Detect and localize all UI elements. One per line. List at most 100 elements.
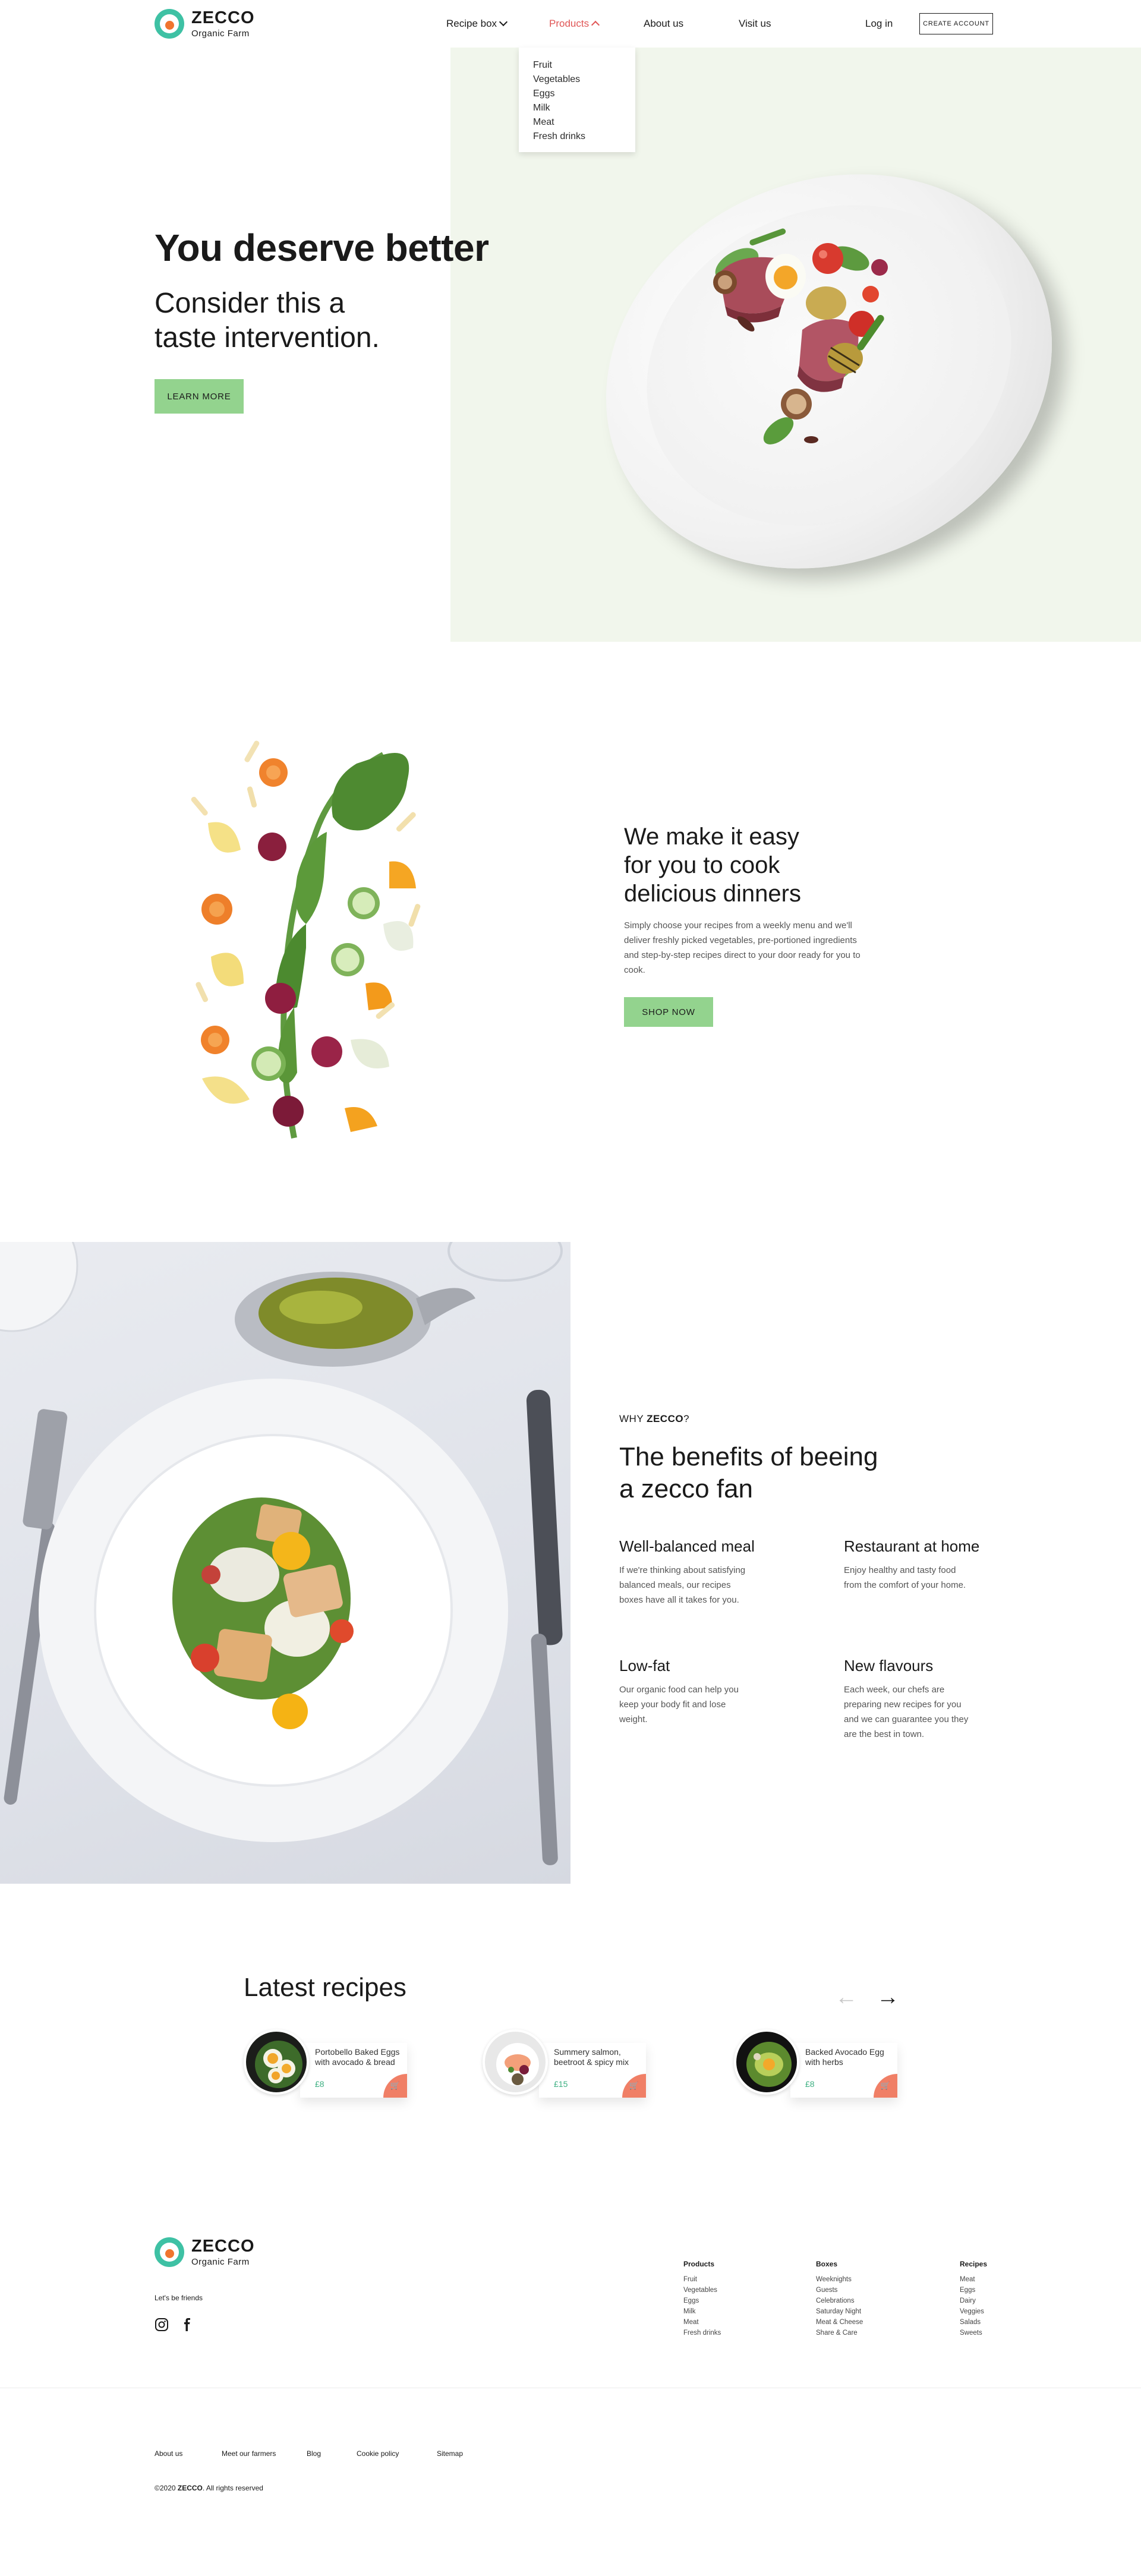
shop-now-button[interactable]: SHOP NOW — [624, 997, 713, 1027]
nav-products-label: Products — [549, 18, 590, 29]
login-link[interactable]: Log in — [865, 18, 893, 30]
recipe-card[interactable]: Portobello Baked Eggs with avocado & bre… — [244, 2029, 407, 2098]
vegetables-image — [178, 728, 449, 1144]
logo-icon — [155, 9, 184, 39]
dropdown-item[interactable]: Meat — [533, 115, 621, 130]
footer-link[interactable]: Weeknights — [816, 2274, 863, 2285]
benefit-text: Each week, our chefs are preparing new r… — [844, 1685, 969, 1739]
shop-now-label: SHOP NOW — [642, 1007, 695, 1017]
instagram-icon[interactable] — [155, 2318, 169, 2332]
hero-subtitle-line-1: Consider this a — [155, 288, 345, 319]
dropdown-item[interactable]: Vegetables — [533, 72, 621, 87]
benefit-text: If we're thinking about satisfying balan… — [619, 1565, 746, 1605]
chevron-up-icon — [591, 20, 600, 30]
footer-bottom-links: About us Meet our farmers Blog Cookie polic… — [155, 2449, 511, 2461]
logo-name: ZECCO — [191, 8, 255, 27]
benefit-restaurant: Restaurant at home Enjoy healthy and tas… — [844, 1537, 986, 1593]
recipe-title: Summery salmon, beetroot & spicy mix — [554, 2047, 629, 2067]
footer-link[interactable]: Guests — [816, 2285, 863, 2296]
nav-visit[interactable]: Visit us — [739, 18, 771, 30]
hero-plate-image — [543, 105, 1115, 638]
footer-bottom-link[interactable]: Cookie policy — [357, 2449, 399, 2458]
copyright-suffix: . All rights reserved — [202, 2484, 263, 2492]
footer-link[interactable]: Milk — [683, 2306, 721, 2317]
footer-link[interactable]: Veggies — [960, 2306, 987, 2317]
footer-bottom-link[interactable]: Meet our farmers — [222, 2449, 276, 2458]
hero-subtitle: Consider this a taste intervention. — [155, 286, 452, 355]
recipe-image — [483, 2029, 548, 2095]
footer-link[interactable]: Salads — [960, 2317, 987, 2328]
header-logo[interactable]: ZECCO Organic Farm — [155, 9, 255, 39]
dropdown-item[interactable]: Milk — [533, 101, 621, 115]
benefits-eyebrow: WHY ZECCO? — [619, 1413, 689, 1425]
footer-column-heading: Boxes — [816, 2260, 838, 2268]
nav-about[interactable]: About us — [644, 18, 683, 30]
footer-link[interactable]: Dairy — [960, 2296, 987, 2306]
learn-more-button[interactable]: LEARN MORE — [155, 379, 244, 414]
benefit-low-fat: Low-fat Our organic food can help you ke… — [619, 1657, 756, 1727]
login-label: Log in — [865, 18, 893, 29]
footer-link[interactable]: Vegetables — [683, 2285, 721, 2296]
benefit-well-balanced: Well-balanced meal If we're thinking abo… — [619, 1537, 756, 1607]
dropdown-item[interactable]: Eggs — [533, 87, 621, 101]
easy-title-line-3: delicious dinners — [624, 881, 801, 907]
footer-link[interactable]: Sweets — [960, 2328, 987, 2338]
recipe-title: Portobello Baked Eggs with avocado & bre… — [315, 2047, 400, 2067]
hero-title: You deserve better — [155, 226, 489, 269]
benefits-title: The benefits of beeing a zecco fan — [619, 1441, 928, 1505]
chevron-down-icon — [499, 17, 508, 27]
footer-link[interactable]: Meat — [960, 2274, 987, 2285]
nav-recipe-box[interactable]: Recipe box — [446, 17, 508, 30]
facebook-icon[interactable] — [180, 2318, 194, 2332]
arrow-left-icon[interactable]: ← — [835, 1986, 858, 2009]
footer-link[interactable]: Fresh drinks — [683, 2328, 721, 2338]
footer-link[interactable]: Eggs — [960, 2285, 987, 2296]
hero-subtitle-line-2: taste intervention. — [155, 322, 380, 354]
easy-title: We make it easy for you to cook deliciou… — [624, 822, 874, 908]
benefits-title-line-2: a zecco fan — [619, 1474, 754, 1503]
footer-link[interactable]: Eggs — [683, 2296, 721, 2306]
recipe-card[interactable]: Summery salmon, beetroot & spicy mix £15… — [483, 2029, 646, 2098]
recipe-price: £8 — [805, 2079, 815, 2089]
friends-label: Let's be friends — [155, 2294, 203, 2302]
dropdown-item[interactable]: Fresh drinks — [533, 130, 621, 144]
easy-title-line-2: for you to cook — [624, 852, 780, 878]
benefits-eyebrow-prefix: WHY — [619, 1413, 647, 1424]
copyright: ©2020 ZECCO. All rights reserved — [155, 2484, 263, 2492]
create-account-label: CREATE ACCOUNT — [923, 20, 989, 27]
recipe-card[interactable]: Backed Avocado Egg with herbs £8 🛒 — [734, 2029, 897, 2098]
benefit-title: Restaurant at home — [844, 1537, 980, 1555]
footer-bottom-link[interactable]: Sitemap — [437, 2449, 463, 2458]
footer-logo[interactable]: ZECCO Organic Farm — [155, 2237, 255, 2267]
logo-tagline: Organic Farm — [191, 2257, 250, 2267]
footer-link[interactable]: Meat — [683, 2317, 721, 2328]
recipe-price: £8 — [315, 2079, 324, 2089]
recipe-image — [244, 2029, 309, 2095]
footer-bottom-link[interactable]: About us — [155, 2449, 182, 2458]
footer-link[interactable]: Share & Care — [816, 2328, 863, 2338]
footer-column-heading: Recipes — [960, 2260, 988, 2268]
create-account-button[interactable]: CREATE ACCOUNT — [919, 13, 993, 34]
footer-column: Recipes Meat Eggs Dairy Veggies Salads Sweets — [960, 2260, 987, 2338]
footer-bottom-link[interactable]: Blog — [307, 2449, 321, 2458]
arrow-right-icon[interactable]: → — [877, 1986, 899, 2009]
footer-link[interactable]: Fruit — [683, 2274, 721, 2285]
footer-link[interactable]: Celebrations — [816, 2296, 863, 2306]
nav-recipe-box-label: Recipe box — [446, 18, 497, 29]
products-dropdown: Fruit Vegetables Eggs Milk Meat Fresh drinks — [519, 48, 635, 152]
footer-column-heading: Products — [683, 2260, 715, 2268]
benefit-text: Enjoy healthy and tasty food from the co… — [844, 1565, 966, 1590]
nav-visit-label: Visit us — [739, 18, 771, 29]
recipe-title: Backed Avocado Egg with herbs — [805, 2047, 884, 2067]
logo-name: ZECCO — [191, 2237, 255, 2256]
nav-products[interactable]: Products — [549, 18, 600, 30]
footer-link[interactable]: Meat & Cheese — [816, 2317, 863, 2328]
dropdown-item[interactable]: Fruit — [533, 58, 621, 72]
dinner-plate-photo — [0, 1242, 570, 1884]
recipe-price: £15 — [554, 2079, 568, 2089]
benefit-text: Our organic food can help you keep your … — [619, 1685, 739, 1724]
footer-link[interactable]: Saturday Night — [816, 2306, 863, 2317]
footer-column: Products Fruit Vegetables Eggs Milk Meat Fresh… — [683, 2260, 721, 2338]
logo-icon — [155, 2237, 184, 2267]
copyright-brand: ZECCO — [177, 2484, 203, 2492]
